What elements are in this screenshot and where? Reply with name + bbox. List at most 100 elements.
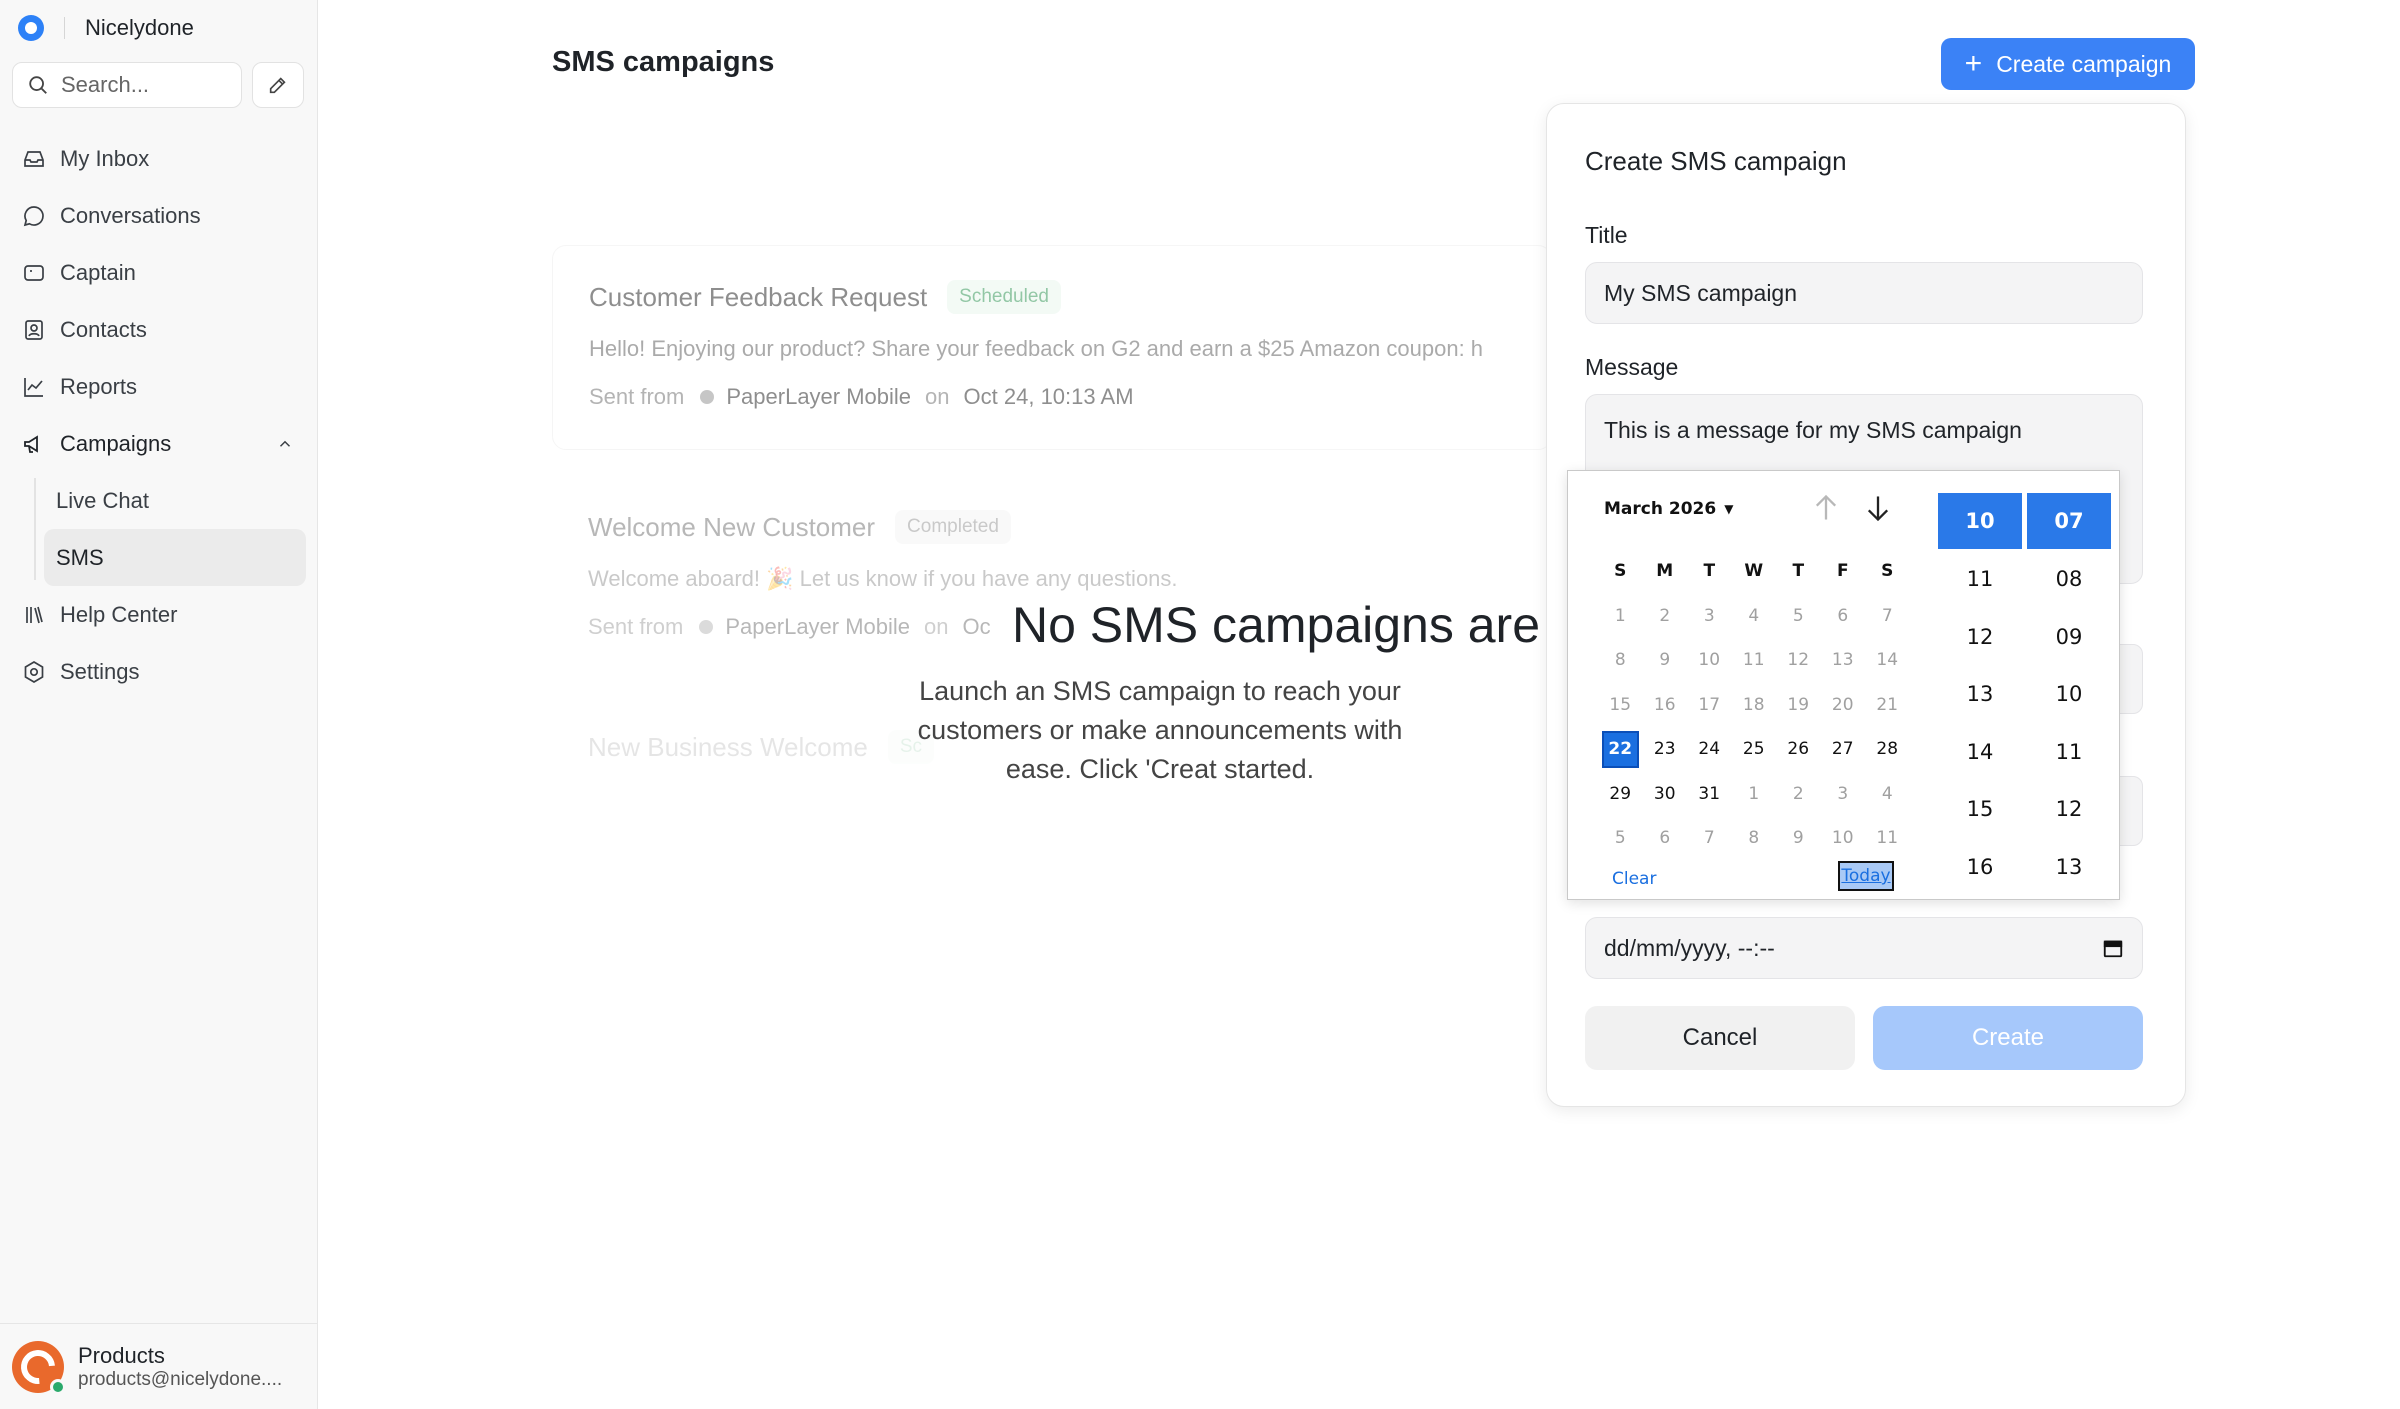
- account-switcher[interactable]: Products products@nicelydone....: [0, 1323, 318, 1409]
- calendar-day[interactable]: 16: [1643, 683, 1688, 728]
- calendar-day[interactable]: 10: [1687, 638, 1732, 683]
- calendar-day[interactable]: 20: [1821, 683, 1866, 728]
- sidebar-item-sms[interactable]: SMS: [44, 529, 306, 586]
- calendar-day[interactable]: 28: [1865, 727, 1910, 772]
- sidebar-item-campaigns[interactable]: Campaigns: [12, 415, 306, 472]
- popover-title: Create SMS campaign: [1585, 146, 1847, 176]
- calendar-day-selected[interactable]: 22: [1602, 731, 1639, 768]
- campaign-message: Welcome aboard! 🎉 Let us know if you hav…: [588, 566, 1178, 591]
- hour-option[interactable]: 13: [1938, 666, 2022, 724]
- calendar-day[interactable]: 30: [1643, 772, 1688, 817]
- calendar-day[interactable]: 29: [1598, 772, 1643, 817]
- minute-option[interactable]: 10: [2027, 666, 2111, 724]
- hour-option[interactable]: 12: [1938, 608, 2022, 666]
- search-box[interactable]: [12, 62, 242, 108]
- title-input[interactable]: My SMS campaign: [1585, 262, 2143, 324]
- hour-option[interactable]: 14: [1938, 723, 2022, 781]
- calendar-day[interactable]: 1: [1732, 772, 1777, 817]
- hour-option-selected[interactable]: 10: [1938, 493, 2022, 549]
- sidebar-item-label: Campaigns: [60, 430, 172, 456]
- calendar-day[interactable]: 24: [1687, 727, 1732, 772]
- calendar-day[interactable]: 19: [1776, 683, 1821, 728]
- sidebar-item-contacts[interactable]: Contacts: [12, 301, 306, 358]
- calendar-day[interactable]: 31: [1687, 772, 1732, 817]
- hour-option[interactable]: 15: [1938, 781, 2022, 839]
- create-button[interactable]: Create: [1873, 1006, 2143, 1070]
- calendar-day[interactable]: 15: [1598, 683, 1643, 728]
- sidebar-item-settings[interactable]: Settings: [12, 643, 306, 700]
- calendar-day[interactable]: 10: [1821, 816, 1866, 861]
- calendar-day[interactable]: 18: [1732, 683, 1777, 728]
- calendar-day[interactable]: 1: [1598, 594, 1643, 639]
- sidebar-item-label: Settings: [60, 658, 140, 684]
- brand-name: Nicelydone: [85, 15, 194, 40]
- calendar-day[interactable]: 17: [1687, 683, 1732, 728]
- calendar-day[interactable]: 21: [1865, 683, 1910, 728]
- calendar-day[interactable]: 9: [1776, 816, 1821, 861]
- calendar-grid: S M T W T F S 1 2 3 4 5 6 7 8 9 10 11 12 13 14 15 16 17 18 19 20 21…: [1598, 549, 1910, 861]
- sidebar-item-live-chat[interactable]: Live Chat: [44, 472, 306, 529]
- calendar-day[interactable]: 8: [1732, 816, 1777, 861]
- sidebar-item-my-inbox[interactable]: My Inbox: [12, 130, 306, 187]
- chevron-up-icon[interactable]: [276, 435, 294, 453]
- calendar-day[interactable]: 14: [1865, 638, 1910, 683]
- minute-option[interactable]: 11: [2027, 723, 2111, 781]
- calendar-day[interactable]: 6: [1643, 816, 1688, 861]
- sidebar-item-conversations[interactable]: Conversations: [12, 187, 306, 244]
- calendar-day[interactable]: 13: [1821, 638, 1866, 683]
- previous-month-icon[interactable]: [1812, 493, 1840, 523]
- calendar-day[interactable]: 12: [1776, 638, 1821, 683]
- account-info: Products products@nicelydone....: [78, 1343, 308, 1391]
- calendar-day[interactable]: 5: [1598, 816, 1643, 861]
- calendar-day[interactable]: 5: [1776, 594, 1821, 639]
- hour-option[interactable]: 11: [1938, 551, 2022, 609]
- calendar-day[interactable]: 11: [1865, 816, 1910, 861]
- minute-option[interactable]: 08: [2027, 551, 2111, 609]
- calendar-day[interactable]: 7: [1687, 816, 1732, 861]
- minute-option[interactable]: 12: [2027, 781, 2111, 839]
- calendar-day[interactable]: 3: [1687, 594, 1732, 639]
- campaign-date: Oc: [962, 614, 991, 639]
- sidebar-item-captain[interactable]: Captain: [12, 244, 306, 301]
- campaign-card[interactable]: Customer Feedback Request Scheduled Hell…: [552, 245, 1552, 450]
- sidebar-item-help-center[interactable]: Help Center: [12, 586, 306, 643]
- calendar-day[interactable]: 3: [1821, 772, 1866, 817]
- calendar-icon[interactable]: [2102, 937, 2124, 959]
- calendar-day[interactable]: 2: [1643, 594, 1688, 639]
- calendar-day[interactable]: 23: [1643, 727, 1688, 772]
- calendar-day[interactable]: 27: [1821, 727, 1866, 772]
- inbox-name: PaperLayer Mobile: [725, 614, 911, 639]
- avatar: [12, 1340, 66, 1395]
- calendar-day[interactable]: 26: [1776, 727, 1821, 772]
- scheduled-at-input[interactable]: dd/mm/yyyy, --:--: [1585, 917, 2143, 979]
- weekday-header: M: [1656, 561, 1674, 582]
- minute-option[interactable]: 13: [2027, 838, 2111, 896]
- calendar-day[interactable]: 4: [1732, 594, 1777, 639]
- cancel-button[interactable]: Cancel: [1585, 1006, 1855, 1070]
- next-month-icon[interactable]: [1864, 493, 1892, 523]
- calendar-day[interactable]: 11: [1732, 638, 1777, 683]
- online-status-dot: [50, 1378, 66, 1395]
- clear-button[interactable]: Clear: [1612, 869, 1656, 889]
- calendar-day[interactable]: 8: [1598, 638, 1643, 683]
- inbox-name: PaperLayer Mobile: [726, 384, 912, 409]
- calendar-day[interactable]: 4: [1865, 772, 1910, 817]
- sidebar-item-label: Help Center: [60, 601, 178, 627]
- minute-option[interactable]: 09: [2027, 608, 2111, 666]
- minute-option-selected[interactable]: 07: [2027, 493, 2111, 549]
- caret-down-icon: ▼: [1724, 502, 1734, 516]
- today-button[interactable]: Today: [1838, 861, 1894, 891]
- calendar-day[interactable]: 7: [1865, 594, 1910, 639]
- month-year-select[interactable]: March 2026 ▼: [1604, 499, 1733, 519]
- compose-button[interactable]: [252, 62, 304, 108]
- sidebar-item-reports[interactable]: Reports: [12, 358, 306, 415]
- search-input[interactable]: [61, 72, 231, 98]
- calendar-day[interactable]: 25: [1732, 727, 1777, 772]
- calendar-day[interactable]: 2: [1776, 772, 1821, 817]
- calendar-day[interactable]: 6: [1821, 594, 1866, 639]
- hour-option[interactable]: 16: [1938, 838, 2022, 896]
- create-campaign-button[interactable]: + Create campaign: [1941, 38, 2195, 90]
- weekday-header: T: [1792, 561, 1805, 582]
- weekday-header: S: [1881, 561, 1894, 582]
- calendar-day[interactable]: 9: [1643, 638, 1688, 683]
